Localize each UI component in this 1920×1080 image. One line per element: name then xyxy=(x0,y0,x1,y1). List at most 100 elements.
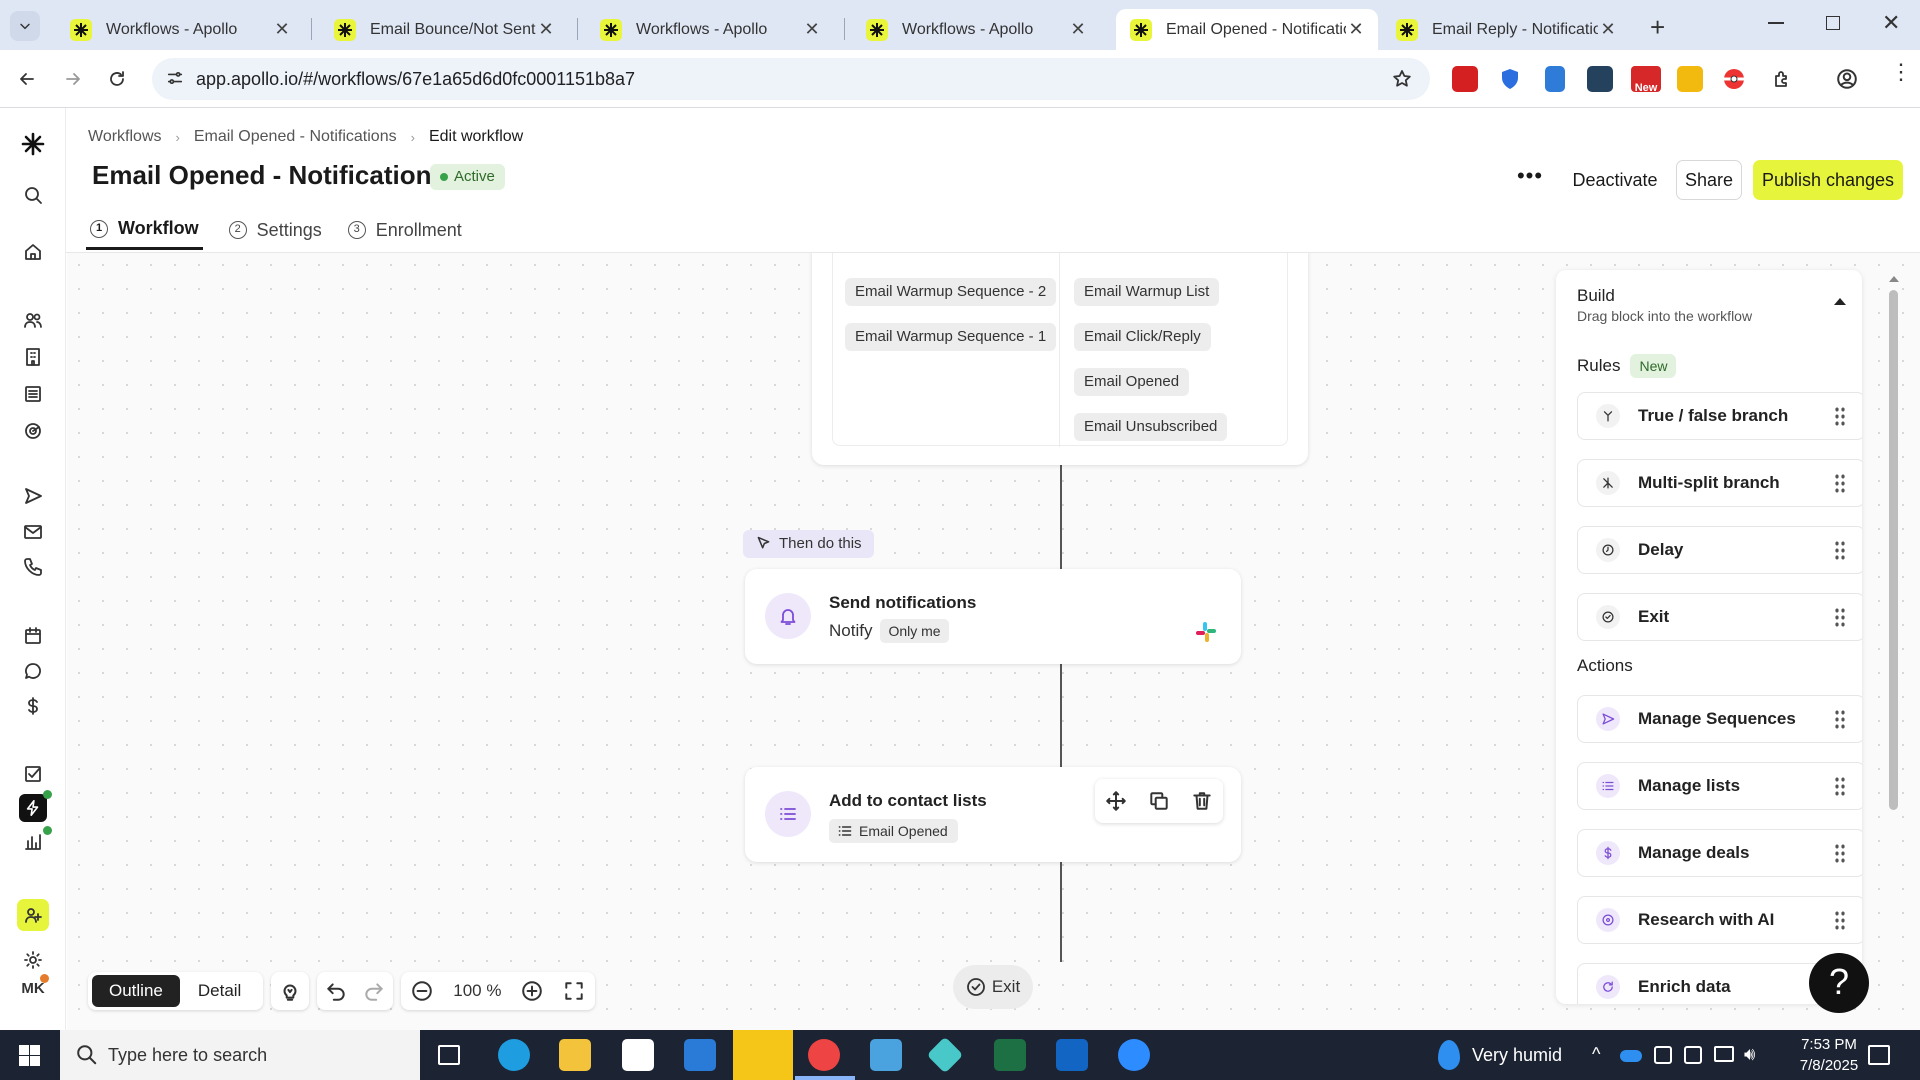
drag-handle-icon[interactable] xyxy=(1834,910,1846,930)
bookmark-star-icon[interactable] xyxy=(1392,69,1412,89)
drag-handle-icon[interactable] xyxy=(1834,406,1846,426)
tray-chevron-icon[interactable]: ^ xyxy=(1592,1044,1600,1065)
close-tab-icon[interactable]: ✕ xyxy=(1068,19,1088,40)
duplicate-icon[interactable] xyxy=(1148,790,1170,812)
weather-text[interactable]: Very humid xyxy=(1472,1045,1562,1066)
nav-home-icon[interactable] xyxy=(19,238,47,266)
pdf-extension-icon[interactable] xyxy=(1452,66,1478,92)
notifications-icon[interactable] xyxy=(1868,1045,1890,1065)
breadcrumb-workflows[interactable]: Workflows xyxy=(88,128,162,146)
drag-handle-icon[interactable] xyxy=(1834,607,1846,627)
browser-tab[interactable]: Workflows - Apollo ✕ xyxy=(852,9,1100,50)
extensions-puzzle-icon[interactable] xyxy=(1772,69,1792,89)
tray-icon[interactable] xyxy=(1684,1046,1702,1064)
browser-tab-active[interactable]: Email Opened - Notificatio ✕ xyxy=(1116,9,1378,50)
notes-app-icon[interactable] xyxy=(870,1039,902,1071)
drag-handle-icon[interactable] xyxy=(1834,843,1846,863)
close-tab-icon[interactable]: ✕ xyxy=(272,19,292,40)
nav-settings-icon[interactable] xyxy=(19,946,47,974)
publish-changes-button[interactable]: Publish changes xyxy=(1753,160,1903,200)
trash-icon[interactable] xyxy=(1191,790,1213,812)
zoom-in-icon[interactable] xyxy=(521,980,543,1002)
reload-icon[interactable] xyxy=(107,69,127,89)
tray-icon[interactable] xyxy=(1654,1046,1672,1064)
nav-lists-icon[interactable] xyxy=(19,380,47,408)
close-tab-icon[interactable]: ✕ xyxy=(1346,19,1366,40)
drag-handle-icon[interactable] xyxy=(1834,473,1846,493)
windows-start-icon[interactable] xyxy=(19,1045,40,1066)
mail-app-icon[interactable] xyxy=(684,1039,716,1071)
yellow-extension-icon[interactable] xyxy=(1677,66,1703,92)
apollo-logo-icon[interactable] xyxy=(19,130,47,158)
deactivate-button[interactable]: Deactivate xyxy=(1563,160,1667,200)
task-view-icon[interactable] xyxy=(438,1045,460,1065)
block-true-false-branch[interactable]: True / false branch xyxy=(1577,392,1862,440)
nav-companies-icon[interactable] xyxy=(19,343,47,371)
site-settings-icon[interactable] xyxy=(166,69,184,87)
block-manage-lists[interactable]: Manage lists xyxy=(1577,762,1862,810)
store-app-icon[interactable] xyxy=(622,1039,654,1071)
close-tab-icon[interactable]: ✕ xyxy=(1598,19,1618,40)
nav-invite-icon[interactable] xyxy=(17,899,49,931)
send-notifications-card[interactable]: Send notifications Notify Only me xyxy=(745,569,1241,664)
nav-people-icon[interactable] xyxy=(19,306,47,334)
nav-radar-icon[interactable] xyxy=(19,417,47,445)
new-extension-icon[interactable]: New xyxy=(1631,66,1661,94)
pokeball-extension-icon[interactable] xyxy=(1721,66,1747,92)
edge-app-icon[interactable] xyxy=(498,1039,530,1071)
block-manage-sequences[interactable]: Manage Sequences xyxy=(1577,695,1862,743)
shield-extension-icon[interactable] xyxy=(1497,66,1523,92)
nav-sequences-icon[interactable] xyxy=(19,482,47,510)
browser-tab[interactable]: Email Bounce/Not Sent - N ✕ xyxy=(320,9,568,50)
exit-node[interactable]: Exit xyxy=(953,965,1033,1009)
nav-search-icon[interactable] xyxy=(19,181,47,209)
close-tab-icon[interactable]: ✕ xyxy=(536,19,556,40)
share-button[interactable]: Share xyxy=(1676,160,1742,200)
block-delay[interactable]: Delay xyxy=(1577,526,1862,574)
zoom-app-icon[interactable] xyxy=(1118,1039,1150,1071)
move-icon[interactable] xyxy=(1105,790,1127,812)
block-research-with-ai[interactable]: Research with AI xyxy=(1577,896,1862,944)
breadcrumb-workflow-name[interactable]: Email Opened - Notifications xyxy=(194,128,397,146)
tab-workflow[interactable]: 1 Workflow xyxy=(86,210,203,250)
zoom-out-icon[interactable] xyxy=(411,980,433,1002)
help-button[interactable]: ? xyxy=(1809,953,1869,1013)
fit-screen-icon[interactable] xyxy=(563,980,585,1002)
drag-handle-icon[interactable] xyxy=(1834,540,1846,560)
folder-extension-icon[interactable] xyxy=(1587,66,1613,92)
nav-phone-icon[interactable] xyxy=(19,553,47,581)
sticky-notes-icon[interactable] xyxy=(733,1030,793,1080)
scroll-up-arrow[interactable] xyxy=(1889,276,1899,282)
excel-app-icon[interactable] xyxy=(994,1039,1026,1071)
nav-deals-icon[interactable] xyxy=(19,692,47,720)
add-to-contact-lists-card[interactable]: Add to contact lists Email Opened xyxy=(745,767,1241,862)
chrome-app-icon[interactable] xyxy=(808,1039,840,1071)
browser-tab[interactable]: Workflows - Apollo ✕ xyxy=(586,9,834,50)
onedrive-icon[interactable] xyxy=(1620,1050,1642,1062)
diamond-app-icon[interactable] xyxy=(926,1036,964,1074)
url-field[interactable]: app.apollo.io/#/workflows/67e1a65d6d0fc0… xyxy=(152,58,1430,100)
weather-drop-icon[interactable] xyxy=(1438,1040,1460,1070)
block-exit[interactable]: Exit xyxy=(1577,593,1862,641)
nav-calendar-icon[interactable] xyxy=(19,622,47,650)
tab-settings[interactable]: 2 Settings xyxy=(228,210,322,250)
trigger-card[interactable]: Email Warmup Sequence - 2 Email Warmup S… xyxy=(812,253,1308,465)
nav-email-icon[interactable] xyxy=(19,518,47,546)
redo-icon[interactable] xyxy=(363,980,385,1002)
docs-extension-icon[interactable] xyxy=(1545,66,1565,92)
block-multi-split-branch[interactable]: Multi-split branch xyxy=(1577,459,1862,507)
new-tab-button[interactable]: + xyxy=(1650,12,1665,43)
profile-icon[interactable] xyxy=(1836,68,1858,90)
restore-window-button[interactable] xyxy=(1826,16,1840,30)
lightbulb-icon[interactable] xyxy=(279,980,301,1002)
tab-search-dropdown[interactable] xyxy=(10,11,40,41)
detail-button[interactable]: Detail xyxy=(180,975,259,1007)
nav-tasks-icon[interactable] xyxy=(19,760,47,788)
volume-icon[interactable]: 🔊︎ xyxy=(1744,1044,1755,1065)
clock[interactable]: 7:53 PM 7/8/2025 xyxy=(1784,1034,1874,1076)
tab-enrollment[interactable]: 3 Enrollment xyxy=(347,210,462,250)
drag-handle-icon[interactable] xyxy=(1834,776,1846,796)
collapse-panel-icon[interactable] xyxy=(1834,298,1846,305)
back-icon[interactable] xyxy=(17,69,37,89)
panel-scrollbar-track[interactable] xyxy=(1889,290,1898,810)
